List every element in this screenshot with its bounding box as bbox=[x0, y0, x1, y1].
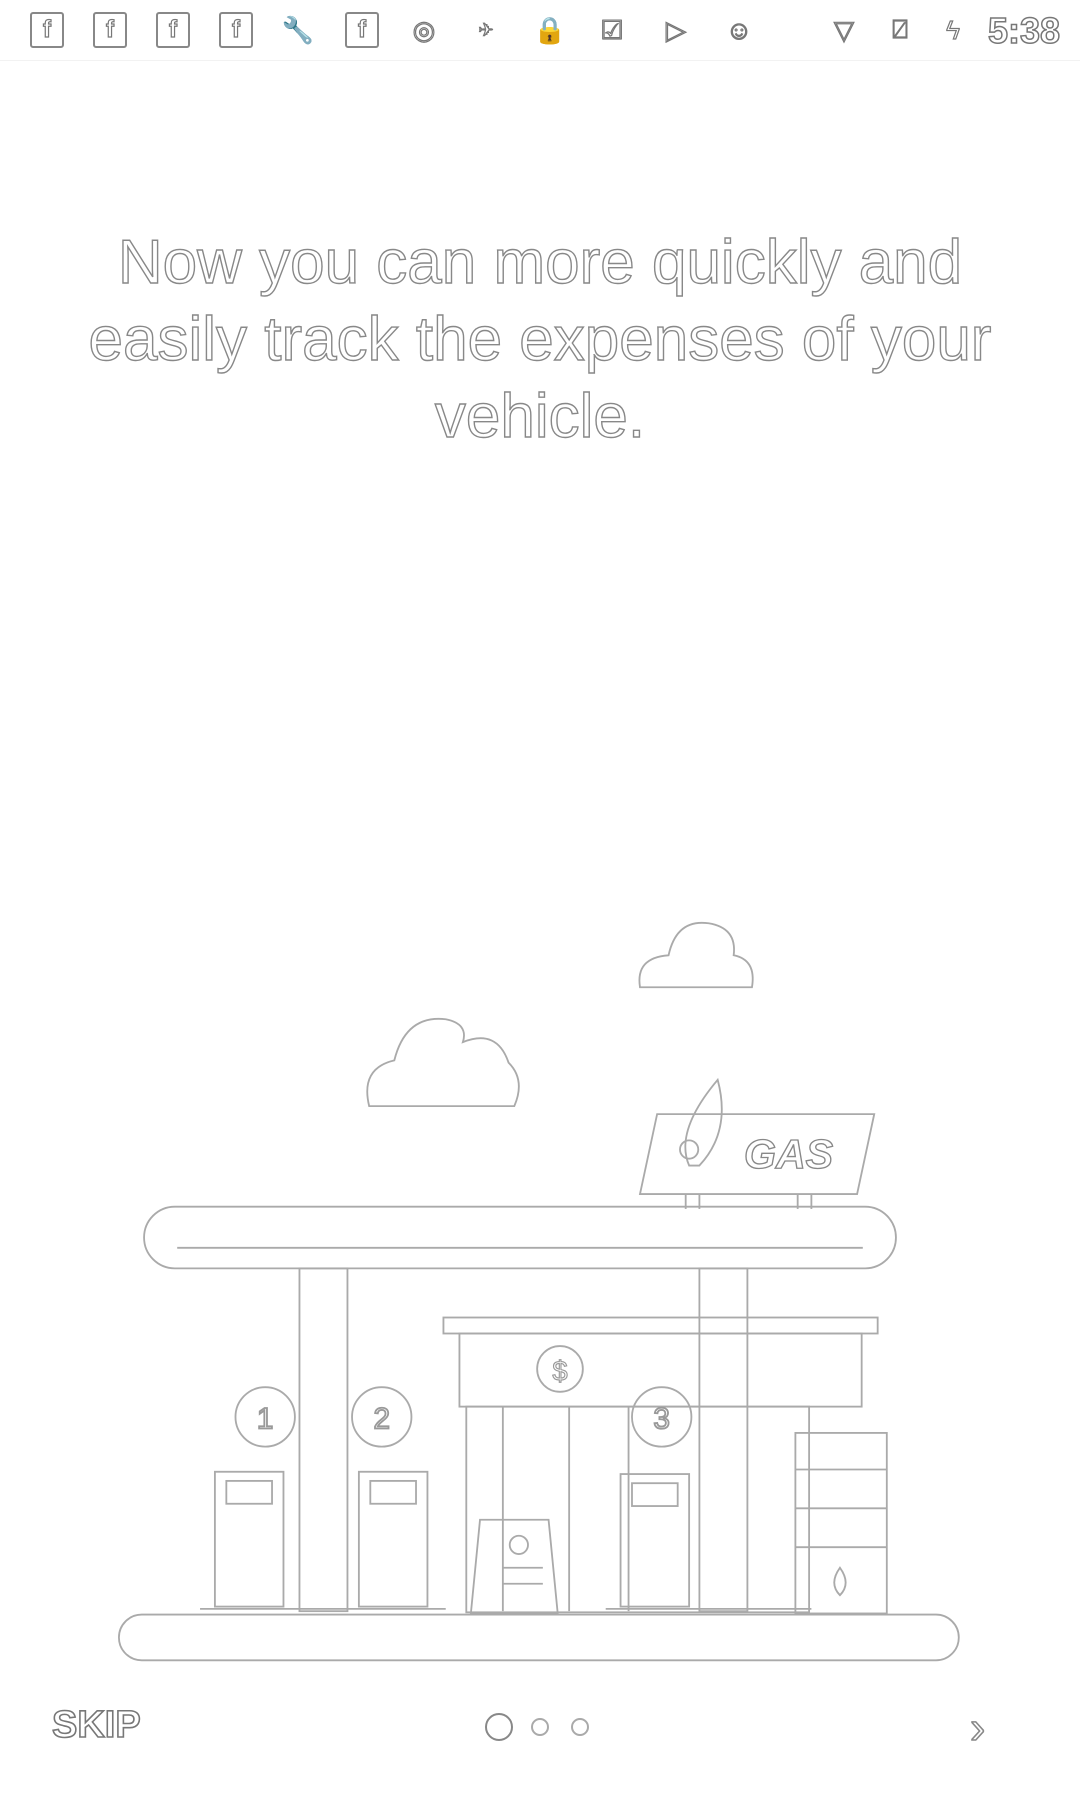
pump-number: 3 bbox=[653, 1402, 670, 1435]
pump-3: 3 bbox=[619, 1386, 693, 1608]
pump-number: 2 bbox=[373, 1402, 390, 1435]
page-indicator-dot-active[interactable] bbox=[485, 1713, 513, 1741]
next-button[interactable]: › bbox=[969, 1700, 986, 1754]
cloud-icon bbox=[638, 921, 754, 989]
chevron-right-icon: › bbox=[969, 1700, 986, 1754]
gas-sign-label: GAS bbox=[744, 1131, 834, 1177]
page-indicator-dot[interactable] bbox=[571, 1718, 589, 1736]
pump-1: 1 bbox=[213, 1386, 296, 1608]
pump-number: 1 bbox=[257, 1402, 274, 1435]
gas-sign: GAS bbox=[638, 1077, 876, 1209]
store-dollar-sign: $ bbox=[552, 1355, 567, 1386]
gas-station-illustration: GAS $ 1 2 3 bbox=[118, 921, 960, 1662]
store-building: $ bbox=[442, 1316, 888, 1615]
skip-button[interactable]: SKIP bbox=[51, 1703, 141, 1747]
pump-2: 2 bbox=[351, 1386, 429, 1608]
page-indicator-dot[interactable] bbox=[531, 1718, 549, 1736]
cloud-icon bbox=[366, 1017, 520, 1108]
ground bbox=[118, 1607, 960, 1662]
